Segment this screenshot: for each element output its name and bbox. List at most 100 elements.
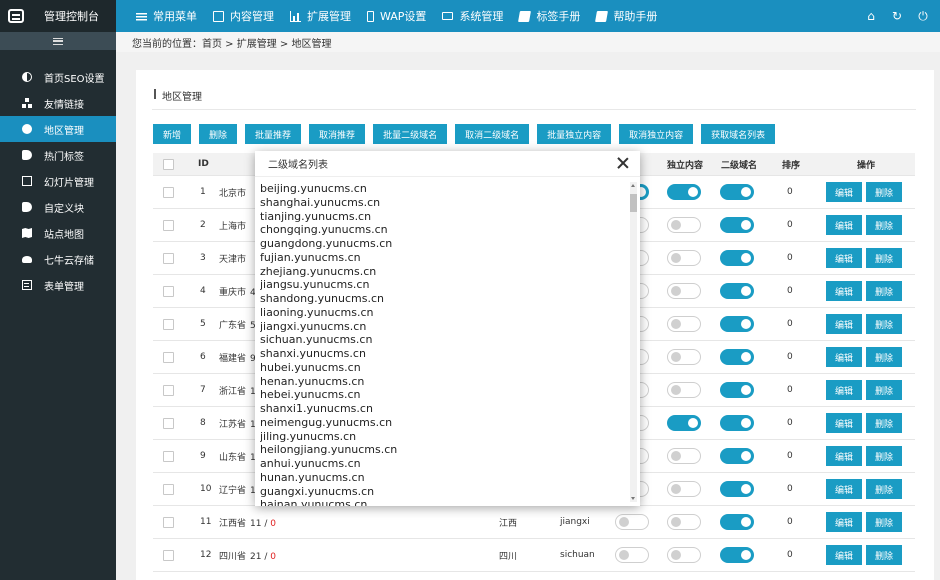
row-checkbox[interactable] xyxy=(163,384,174,396)
independent-toggle[interactable] xyxy=(667,547,701,563)
delete-button[interactable]: 删除 xyxy=(866,314,902,334)
top-nav-item[interactable]: 系统管理 xyxy=(442,0,503,32)
scroll-up-arrow-icon[interactable] xyxy=(631,184,635,187)
subdomain-toggle[interactable] xyxy=(720,448,754,464)
subdomain-toggle[interactable] xyxy=(720,250,754,266)
delete-button[interactable]: 删除 xyxy=(866,446,902,466)
home-icon[interactable]: ⌂ xyxy=(864,9,878,23)
delete-button[interactable]: 删除 xyxy=(866,380,902,400)
select-all-checkbox[interactable] xyxy=(163,158,174,170)
subdomain-toggle[interactable] xyxy=(720,514,754,530)
toolbar-button[interactable]: 新增 xyxy=(153,124,192,144)
top-nav-item[interactable]: 常用菜单 xyxy=(136,0,197,32)
delete-button[interactable]: 删除 xyxy=(866,182,902,202)
subdomain-toggle[interactable] xyxy=(720,316,754,332)
edit-button[interactable]: 编辑 xyxy=(826,446,862,466)
row-checkbox[interactable] xyxy=(163,450,174,462)
edit-button[interactable]: 编辑 xyxy=(826,413,862,433)
edit-button[interactable]: 编辑 xyxy=(826,248,862,268)
edit-button[interactable]: 编辑 xyxy=(826,215,862,235)
independent-toggle[interactable] xyxy=(667,250,701,266)
edit-button[interactable]: 编辑 xyxy=(826,512,862,532)
toolbar-button[interactable]: 取消独立内容 xyxy=(619,124,694,144)
row-checkbox[interactable] xyxy=(163,318,174,330)
sidebar-item[interactable]: 七牛云存储 xyxy=(0,246,116,272)
recommend-toggle[interactable] xyxy=(615,547,649,563)
sidebar-item[interactable]: 地区管理 xyxy=(0,116,116,142)
toolbar-button[interactable]: 批量独立内容 xyxy=(537,124,612,144)
edit-button[interactable]: 编辑 xyxy=(826,347,862,367)
toolbar-button[interactable]: 批量推荐 xyxy=(245,124,302,144)
independent-toggle[interactable] xyxy=(667,481,701,497)
subdomain-toggle[interactable] xyxy=(720,217,754,233)
row-checkbox[interactable] xyxy=(163,417,174,429)
independent-toggle[interactable] xyxy=(667,415,701,431)
region-short-name: 江西 xyxy=(499,518,518,529)
sidebar-item[interactable]: 友情链接 xyxy=(0,90,116,116)
independent-toggle[interactable] xyxy=(667,448,701,464)
row-checkbox[interactable] xyxy=(163,252,174,264)
sidebar-item[interactable]: 首页SEO设置 xyxy=(0,64,116,90)
top-nav-label: WAP设置 xyxy=(380,10,427,23)
independent-toggle[interactable] xyxy=(667,217,701,233)
independent-toggle[interactable] xyxy=(667,283,701,299)
subdomain-toggle[interactable] xyxy=(720,184,754,200)
delete-button[interactable]: 删除 xyxy=(866,512,902,532)
sidebar-toggle[interactable] xyxy=(0,32,116,50)
dialog-scrollbar[interactable] xyxy=(630,182,637,502)
independent-toggle[interactable] xyxy=(667,349,701,365)
row-checkbox[interactable] xyxy=(163,483,174,495)
delete-button[interactable]: 删除 xyxy=(866,281,902,301)
top-nav-item[interactable]: 标签手册 xyxy=(518,0,580,32)
edit-button[interactable]: 编辑 xyxy=(826,314,862,334)
top-nav-item[interactable]: 扩展管理 xyxy=(290,0,351,32)
row-checkbox[interactable] xyxy=(163,285,174,297)
top-nav-item[interactable]: WAP设置 xyxy=(367,0,426,32)
toolbar-button[interactable]: 批量二级域名 xyxy=(373,124,448,144)
row-checkbox[interactable] xyxy=(163,516,174,528)
toolbar-button[interactable]: 取消二级域名 xyxy=(455,124,530,144)
sidebar-item[interactable]: 表单管理 xyxy=(0,272,116,298)
toolbar-button[interactable]: 取消推荐 xyxy=(309,124,366,144)
subdomain-toggle[interactable] xyxy=(720,283,754,299)
delete-button[interactable]: 删除 xyxy=(866,479,902,499)
top-nav-item[interactable]: 内容管理 xyxy=(213,0,274,32)
edit-button[interactable]: 编辑 xyxy=(826,380,862,400)
subdomain-toggle[interactable] xyxy=(720,481,754,497)
toolbar-button[interactable]: 删除 xyxy=(199,124,238,144)
edit-button[interactable]: 编辑 xyxy=(826,545,862,565)
row-checkbox[interactable] xyxy=(163,351,174,363)
top-nav-label: 帮助手册 xyxy=(613,10,658,23)
sidebar-item[interactable]: 幻灯片管理 xyxy=(0,168,116,194)
delete-button[interactable]: 删除 xyxy=(866,413,902,433)
close-icon[interactable] xyxy=(616,156,630,170)
refresh-icon[interactable]: ↻ xyxy=(890,9,904,23)
subdomain-toggle[interactable] xyxy=(720,382,754,398)
subdomain-toggle[interactable] xyxy=(720,415,754,431)
independent-toggle[interactable] xyxy=(667,316,701,332)
independent-toggle[interactable] xyxy=(667,184,701,200)
edit-button[interactable]: 编辑 xyxy=(826,479,862,499)
delete-button[interactable]: 删除 xyxy=(866,545,902,565)
delete-button[interactable]: 删除 xyxy=(866,248,902,268)
independent-toggle[interactable] xyxy=(667,382,701,398)
subdomain-toggle[interactable] xyxy=(720,547,754,563)
scroll-down-arrow-icon[interactable] xyxy=(631,497,635,500)
sidebar-item[interactable]: 自定义块 xyxy=(0,194,116,220)
recommend-toggle[interactable] xyxy=(615,514,649,530)
sidebar-item[interactable]: 热门标签 xyxy=(0,142,116,168)
sidebar-item[interactable]: 站点地图 xyxy=(0,220,116,246)
row-checkbox[interactable] xyxy=(163,219,174,231)
scroll-thumb[interactable] xyxy=(630,194,637,212)
delete-button[interactable]: 删除 xyxy=(866,347,902,367)
subdomain-toggle[interactable] xyxy=(720,349,754,365)
toolbar-button[interactable]: 获取域名列表 xyxy=(701,124,776,144)
power-icon[interactable]: ⏻ xyxy=(916,9,930,23)
edit-button[interactable]: 编辑 xyxy=(826,281,862,301)
row-checkbox[interactable] xyxy=(163,549,174,561)
delete-button[interactable]: 删除 xyxy=(866,215,902,235)
row-checkbox[interactable] xyxy=(163,186,174,198)
edit-button[interactable]: 编辑 xyxy=(826,182,862,202)
independent-toggle[interactable] xyxy=(667,514,701,530)
top-nav-item[interactable]: 帮助手册 xyxy=(595,0,658,32)
